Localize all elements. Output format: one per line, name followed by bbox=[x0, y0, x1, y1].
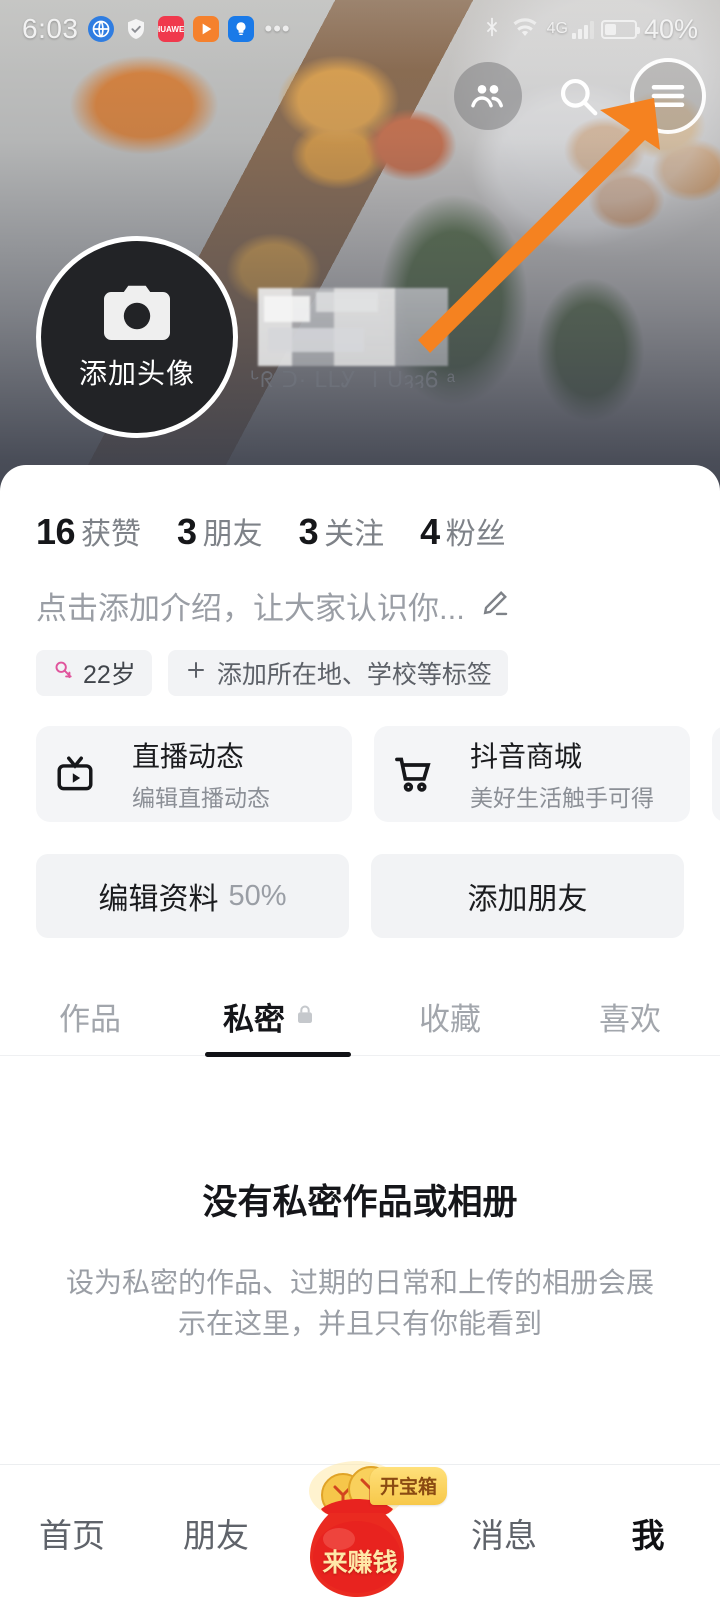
stat-value: 3 bbox=[298, 511, 319, 552]
battery-icon bbox=[600, 19, 640, 39]
nav-label: 我 bbox=[631, 1516, 665, 1554]
battery-percent: 40% bbox=[643, 13, 698, 44]
tag-age[interactable]: 22岁 bbox=[36, 650, 152, 696]
bio-placeholder-text: 点击添加介绍，让大家认识你... bbox=[36, 591, 465, 626]
huawei-icon: HUAWEI bbox=[157, 16, 184, 42]
status-bar-left: 6:03 HUAWEI •• bbox=[22, 13, 291, 45]
stat-likes[interactable]: 16 获赞 bbox=[36, 509, 141, 553]
nav-item-friends[interactable]: 朋友 bbox=[144, 1465, 288, 1600]
phone-screen: 6:03 HUAWEI •• bbox=[0, 0, 720, 1600]
card-subtitle: 编辑直播动态 bbox=[132, 785, 270, 811]
tab-label: 作品 bbox=[59, 1002, 121, 1037]
earn-money-label: 来赚钱 bbox=[322, 1549, 398, 1577]
treasure-box-badge[interactable]: 开宝箱 bbox=[370, 1467, 448, 1505]
friends-icon[interactable] bbox=[454, 62, 522, 130]
status-time: 6:03 bbox=[22, 13, 79, 44]
card-title: 直播动态 bbox=[132, 741, 245, 772]
nav-item-messages[interactable]: 消息 bbox=[432, 1465, 576, 1600]
nav-item-home[interactable]: 首页 bbox=[0, 1465, 144, 1600]
card-live-status[interactable]: 直播动态 编辑直播动态 bbox=[36, 726, 352, 822]
pencil-icon[interactable] bbox=[479, 587, 511, 624]
nav-item-me[interactable]: 我 bbox=[576, 1465, 720, 1600]
stat-friends[interactable]: 3 朋友 bbox=[177, 509, 263, 553]
edit-profile-button[interactable]: 编辑资料 50% bbox=[36, 854, 349, 938]
tab-label: 收藏 bbox=[419, 1002, 481, 1037]
bio-row[interactable]: 点击添加介绍，让大家认识你... bbox=[0, 553, 720, 628]
bluetooth-icon bbox=[481, 14, 503, 45]
tab-liked[interactable]: 喜欢 bbox=[540, 978, 720, 1055]
stat-following[interactable]: 3 关注 bbox=[299, 509, 385, 553]
header-actions bbox=[454, 62, 702, 130]
status-bar: 6:03 HUAWEI •• bbox=[0, 0, 720, 58]
add-friend-button[interactable]: 添加朋友 bbox=[371, 854, 684, 938]
avatar[interactable]: 添加头像 bbox=[36, 236, 238, 438]
add-friend-label: 添加朋友 bbox=[467, 883, 588, 916]
network-type-label: 4G bbox=[546, 20, 568, 37]
nav-label: 首页 bbox=[39, 1516, 105, 1554]
signal-bars-icon bbox=[571, 19, 594, 39]
edit-profile-progress: 50% bbox=[228, 879, 287, 912]
overflow-dots-icon: ••• bbox=[264, 16, 291, 41]
stat-label: 获赞 bbox=[81, 518, 142, 551]
empty-state: 没有私密作品或相册 设为私密的作品、过期的日常和上传的相册会展示在这里，并且只有… bbox=[0, 1056, 720, 1344]
card-douyin-mall[interactable]: 抖音商城 美好生活触手可得 bbox=[374, 726, 690, 822]
username-overlay-text: ᒡᖇ ᑐ· ᒪᒪᎩ ⅠᑌȝȝᏮ ᵃ bbox=[250, 367, 456, 388]
empty-state-title: 没有私密作品或相册 bbox=[202, 1183, 518, 1222]
stats-row: 16 获赞 3 朋友 3 关注 4 粉丝 bbox=[0, 465, 720, 553]
tab-label: 私密 bbox=[223, 1002, 285, 1037]
tab-private[interactable]: 私密 bbox=[180, 978, 360, 1055]
menu-icon[interactable] bbox=[634, 62, 702, 130]
card-next-partial[interactable] bbox=[712, 726, 720, 822]
tab-works[interactable]: 作品 bbox=[0, 978, 180, 1055]
plus-icon bbox=[184, 658, 208, 689]
stat-label: 关注 bbox=[324, 518, 385, 551]
female-gender-icon bbox=[52, 658, 74, 689]
search-icon[interactable] bbox=[544, 62, 612, 130]
tab-label: 喜欢 bbox=[599, 1002, 661, 1037]
tags-row: 22岁 添加所在地、学校等标签 bbox=[0, 628, 720, 696]
globe-icon bbox=[87, 16, 114, 42]
tab-favorites[interactable]: 收藏 bbox=[360, 978, 540, 1055]
tv-icon bbox=[36, 726, 114, 822]
stat-value: 4 bbox=[420, 511, 440, 552]
card-title: 抖音商城 bbox=[470, 741, 583, 772]
lock-icon bbox=[293, 1001, 317, 1032]
tag-add-location-school[interactable]: 添加所在地、学校等标签 bbox=[167, 650, 508, 696]
tag-add-label: 添加所在地、学校等标签 bbox=[216, 661, 492, 689]
content-tabs: 作品 私密 收藏 喜欢 bbox=[0, 978, 720, 1057]
card-text: 抖音商城 美好生活触手可得 bbox=[470, 735, 654, 813]
stat-label: 朋友 bbox=[202, 518, 263, 551]
edit-profile-label: 编辑资料 bbox=[98, 883, 219, 916]
camera-icon bbox=[100, 283, 174, 348]
stat-label: 粉丝 bbox=[445, 518, 506, 551]
username-censored-block bbox=[258, 288, 448, 366]
status-bar-right: 4G 40% bbox=[481, 14, 698, 45]
nav-item-earn-money[interactable]: 来赚钱 开宝箱 bbox=[288, 1461, 448, 1600]
nav-label: 消息 bbox=[471, 1516, 537, 1554]
avatar-label: 添加头像 bbox=[78, 357, 195, 389]
active-tab-underline bbox=[205, 1052, 351, 1057]
stat-followers[interactable]: 4 粉丝 bbox=[420, 509, 506, 553]
stat-value: 16 bbox=[36, 511, 76, 552]
tag-age-label: 22岁 bbox=[83, 661, 136, 689]
wifi-icon bbox=[510, 15, 540, 44]
promo-cards-row: 直播动态 编辑直播动态 抖音商城 美好生活触手可得 bbox=[0, 696, 720, 822]
card-text: 直播动态 编辑直播动态 bbox=[132, 735, 270, 813]
empty-state-subtitle: 设为私密的作品、过期的日常和上传的相册会展示在这里，并且只有你能看到 bbox=[65, 1267, 654, 1339]
bottom-navigation: 首页 朋友 来赚钱 开宝箱 消息 我 bbox=[0, 1461, 720, 1600]
video-player-icon bbox=[192, 16, 219, 42]
stat-value: 3 bbox=[177, 511, 197, 552]
cart-icon bbox=[374, 726, 452, 822]
nav-label: 朋友 bbox=[183, 1516, 249, 1554]
action-buttons-row: 编辑资料 50% 添加朋友 bbox=[0, 822, 720, 938]
shield-icon bbox=[123, 16, 149, 42]
bulb-icon bbox=[227, 16, 254, 42]
card-subtitle: 美好生活触手可得 bbox=[470, 785, 654, 811]
profile-sheet: 16 获赞 3 朋友 3 关注 4 粉丝 点击添加介绍，让大家认识你... 22… bbox=[0, 465, 720, 1600]
